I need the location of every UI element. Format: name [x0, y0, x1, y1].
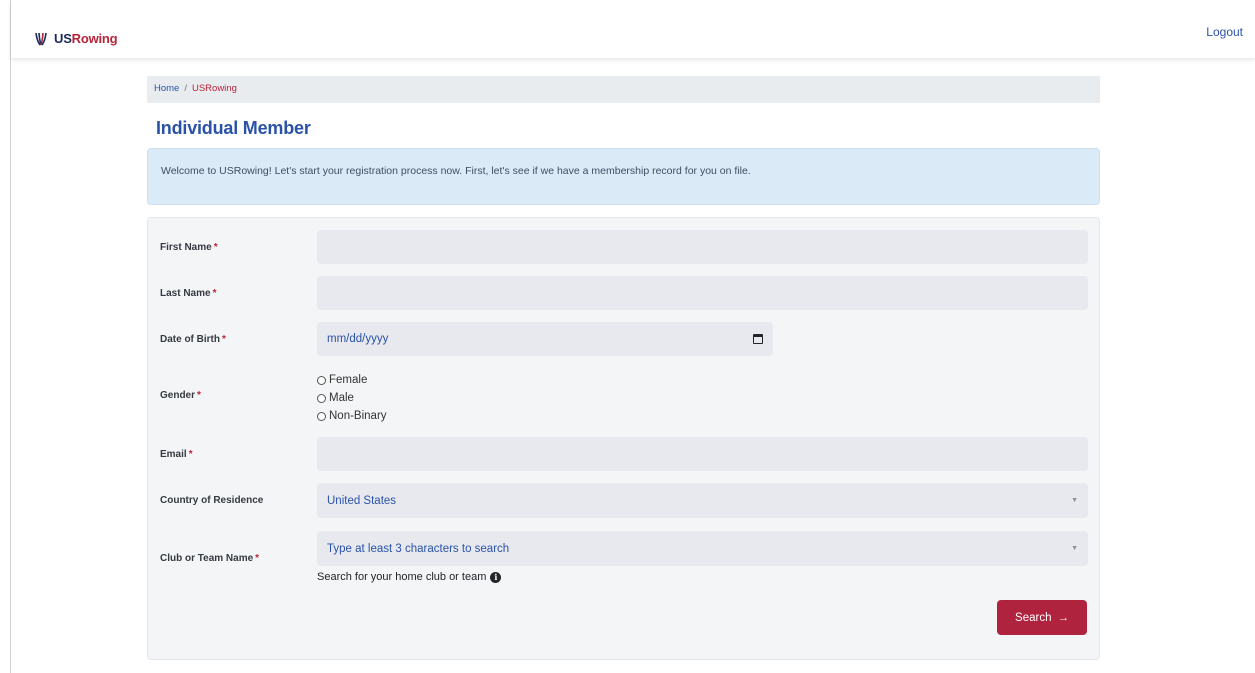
chevron-down-icon: ▼: [1071, 545, 1078, 552]
club-label: Club or Team Name *: [160, 553, 260, 564]
dob-label: Date of Birth *: [160, 334, 226, 345]
info-icon[interactable]: i: [490, 571, 502, 583]
arrow-right-icon: →: [1057, 611, 1069, 624]
left-border: [10, 0, 11, 673]
usrowing-logo[interactable]: USRowing: [34, 31, 118, 46]
gender-option-male[interactable]: Male: [317, 389, 387, 407]
calendar-icon[interactable]: [753, 334, 763, 344]
dob-placeholder: mm/dd/yyyy: [327, 333, 389, 345]
radio-button[interactable]: [317, 375, 326, 385]
email-label: Email *: [160, 449, 193, 460]
last-name-input[interactable]: [317, 276, 1088, 310]
breadcrumb-separator: /: [184, 83, 187, 94]
required-marker: *: [213, 242, 218, 253]
dob-input[interactable]: mm/dd/yyyy: [317, 322, 773, 356]
logout-link[interactable]: Logout: [1206, 25, 1243, 39]
gender-option-female[interactable]: Female: [317, 371, 387, 389]
radio-button[interactable]: [317, 411, 326, 421]
required-marker: *: [197, 390, 201, 401]
club-helper-text: Search for your home club or team i: [317, 571, 502, 583]
first-name-label: First Name *: [160, 242, 218, 253]
member-search-form: First Name * Last Name * Date of Birth * mm…: [147, 217, 1100, 660]
page-title: Individual Member: [156, 118, 311, 138]
email-input[interactable]: [317, 437, 1088, 471]
required-marker: *: [212, 288, 217, 299]
radio-button[interactable]: [317, 393, 326, 403]
gender-label: Gender *: [160, 390, 201, 401]
last-name-label: Last Name *: [160, 288, 217, 299]
welcome-alert: Welcome to USRowing! Let's start your re…: [147, 148, 1100, 205]
country-select[interactable]: United States ▼: [317, 483, 1088, 518]
required-marker: *: [188, 449, 193, 460]
search-button[interactable]: Search →: [997, 600, 1087, 635]
oars-logo-icon: [35, 32, 47, 45]
breadcrumb-home-link[interactable]: Home: [154, 83, 179, 96]
gender-radio-group: Female Male Non-Binary: [317, 371, 387, 425]
required-marker: *: [255, 553, 260, 564]
chevron-down-icon: ▼: [1071, 497, 1078, 504]
country-selected-value: United States: [327, 494, 397, 507]
search-button-label: Search: [1015, 611, 1052, 624]
country-label: Country of Residence: [160, 495, 264, 506]
first-name-input[interactable]: [317, 230, 1088, 264]
required-marker: *: [222, 334, 226, 345]
top-navbar: USRowing Logout: [11, 0, 1255, 58]
breadcrumb: Home / USRowing: [147, 76, 1100, 103]
gender-option-non-binary[interactable]: Non-Binary: [317, 407, 387, 425]
brand-name: USRowing: [54, 31, 118, 46]
club-search-select[interactable]: Type at least 3 characters to search ▼: [317, 531, 1088, 566]
breadcrumb-current: USRowing: [191, 83, 237, 94]
club-placeholder: Type at least 3 characters to search: [327, 542, 510, 555]
